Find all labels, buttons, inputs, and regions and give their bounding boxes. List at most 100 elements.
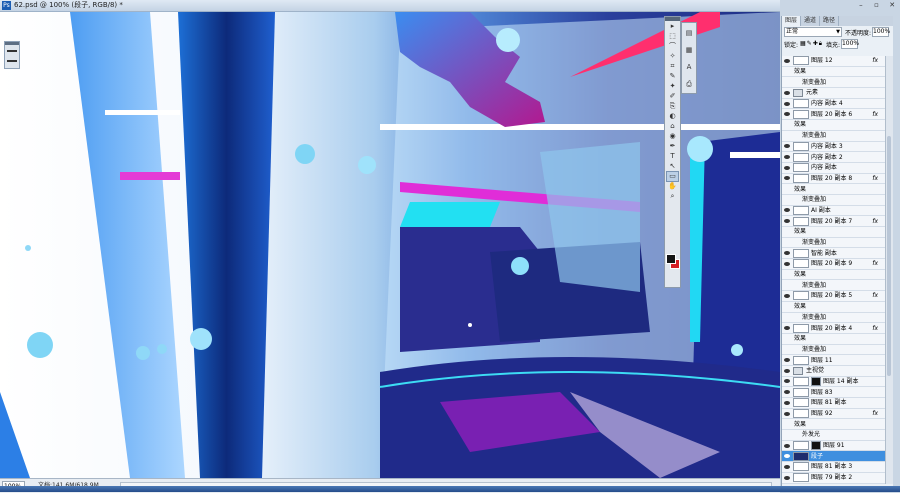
- artwork-canvas[interactable]: [0, 12, 780, 478]
- layer-row[interactable]: 图层 79 副本 2: [782, 473, 886, 484]
- layer-row[interactable]: 效果: [782, 67, 886, 78]
- collapsed-options-panel[interactable]: [4, 41, 20, 69]
- fill-field[interactable]: 100%: [841, 39, 858, 49]
- layer-effects-icon[interactable]: fx: [872, 291, 878, 300]
- layer-mask-thumbnail[interactable]: [811, 441, 821, 450]
- tool-button[interactable]: ⎘: [667, 102, 678, 111]
- layers-scroll-thumb[interactable]: [887, 136, 891, 376]
- layer-effects-icon[interactable]: fx: [872, 259, 878, 268]
- layers-scrollbar[interactable]: [885, 56, 893, 484]
- visibility-eye-icon[interactable]: [784, 166, 790, 170]
- panel-tab[interactable]: 图层: [782, 16, 801, 26]
- layer-row[interactable]: 图层 20 副本 7fx: [782, 216, 886, 227]
- layer-row[interactable]: 图层 20 副本 8fx: [782, 174, 886, 185]
- visibility-eye-icon[interactable]: [784, 112, 790, 116]
- layer-row[interactable]: 主视觉: [782, 366, 886, 377]
- tool-button[interactable]: ✦: [667, 82, 678, 91]
- layer-row[interactable]: 图层 20 副本 9fx: [782, 259, 886, 270]
- layer-row[interactable]: 内容 副本 4: [782, 99, 886, 110]
- panel-grip[interactable]: [5, 42, 19, 45]
- visibility-eye-icon[interactable]: [784, 444, 790, 448]
- visibility-eye-icon[interactable]: [784, 390, 790, 394]
- layer-row[interactable]: 效果: [782, 270, 886, 281]
- layer-row[interactable]: 图层 14 副本: [782, 377, 886, 388]
- visibility-eye-icon[interactable]: [784, 144, 790, 148]
- layer-row[interactable]: 段子: [782, 451, 886, 462]
- visibility-eye-icon[interactable]: [784, 219, 790, 223]
- dock-button[interactable]: ⎙: [684, 77, 695, 91]
- tool-button[interactable]: ⬚: [667, 32, 678, 41]
- layer-row[interactable]: 内容 副本 2: [782, 152, 886, 163]
- layer-row[interactable]: 渐变叠加: [782, 313, 886, 324]
- panel-tab[interactable]: 路径: [820, 16, 839, 26]
- visibility-eye-icon[interactable]: [784, 294, 790, 298]
- visibility-eye-icon[interactable]: [784, 176, 790, 180]
- visibility-eye-icon[interactable]: [784, 91, 790, 95]
- tool-button[interactable]: ⌂: [667, 122, 678, 131]
- visibility-eye-icon[interactable]: [784, 369, 790, 373]
- visibility-eye-icon[interactable]: [784, 102, 790, 106]
- layer-row[interactable]: 渐变叠加: [782, 238, 886, 249]
- layer-mask-thumbnail[interactable]: [811, 377, 821, 386]
- layer-row[interactable]: 图层 12fx: [782, 56, 886, 67]
- tool-button[interactable]: ✒: [667, 142, 678, 151]
- layer-row[interactable]: 图层 20 副本 4fx: [782, 323, 886, 334]
- layer-row[interactable]: 内容 副本 3: [782, 142, 886, 153]
- layer-row[interactable]: 渐变叠加: [782, 280, 886, 291]
- visibility-eye-icon[interactable]: [784, 454, 790, 458]
- tool-button[interactable]: ⌒: [667, 42, 678, 51]
- tool-button[interactable]: T: [667, 152, 678, 161]
- tool-button[interactable]: ⌕: [667, 192, 678, 201]
- visibility-eye-icon[interactable]: [784, 358, 790, 362]
- layer-row[interactable]: 效果: [782, 120, 886, 131]
- visibility-eye-icon[interactable]: [784, 326, 790, 330]
- layer-effects-icon[interactable]: fx: [872, 324, 878, 333]
- layer-row[interactable]: 图层 81 副本 3: [782, 462, 886, 473]
- minimize-icon[interactable]: –: [853, 0, 869, 10]
- close-icon[interactable]: ✕: [884, 0, 900, 10]
- tool-button[interactable]: ⌗: [667, 62, 678, 71]
- layer-row[interactable]: 图层 92fx: [782, 409, 886, 420]
- visibility-eye-icon[interactable]: [784, 465, 790, 469]
- layer-effects-icon[interactable]: fx: [872, 409, 878, 418]
- layer-row[interactable]: 效果: [782, 227, 886, 238]
- dock-button[interactable]: A: [684, 60, 695, 74]
- layer-row[interactable]: 内容 副本: [782, 163, 886, 174]
- tool-button[interactable]: ✧: [667, 52, 678, 61]
- maximize-icon[interactable]: ▫: [869, 0, 885, 10]
- visibility-eye-icon[interactable]: [784, 251, 790, 255]
- layer-row[interactable]: 图层 91: [782, 441, 886, 452]
- layer-row[interactable]: 渐变叠加: [782, 131, 886, 142]
- layer-row[interactable]: AI 副本: [782, 206, 886, 217]
- visibility-eye-icon[interactable]: [784, 155, 790, 159]
- visibility-eye-icon[interactable]: [784, 412, 790, 416]
- layer-effects-icon[interactable]: fx: [872, 174, 878, 183]
- visibility-eye-icon[interactable]: [784, 401, 790, 405]
- layer-row[interactable]: 图层 11: [782, 355, 886, 366]
- layer-row[interactable]: 渐变叠加: [782, 195, 886, 206]
- tool-options-icon[interactable]: [7, 50, 17, 62]
- tool-button[interactable]: ✋: [667, 182, 678, 191]
- layer-row[interactable]: 智能 副本: [782, 248, 886, 259]
- layer-row[interactable]: 渐变叠加: [782, 77, 886, 88]
- tool-button[interactable]: ▭: [667, 172, 678, 181]
- visibility-eye-icon[interactable]: [784, 379, 790, 383]
- visibility-eye-icon[interactable]: [784, 476, 790, 480]
- layer-row[interactable]: 效果: [782, 302, 886, 313]
- document-titlebar[interactable]: Ps 62.psd @ 100% (段子, RGB/8) *: [0, 0, 780, 12]
- dock-button[interactable]: ▦: [684, 43, 695, 57]
- layer-row[interactable]: 图层 89: [782, 484, 886, 485]
- tool-button[interactable]: ▸: [667, 22, 678, 31]
- opacity-field[interactable]: 100%: [872, 27, 889, 37]
- blend-mode-select[interactable]: 正常 ▼: [784, 27, 842, 37]
- visibility-eye-icon[interactable]: [784, 262, 790, 266]
- layer-row[interactable]: 效果: [782, 419, 886, 430]
- tool-button[interactable]: ✐: [667, 92, 678, 101]
- lock-icons[interactable]: ▦✎✚🔒︎: [800, 40, 823, 48]
- visibility-eye-icon[interactable]: [784, 208, 790, 212]
- layer-row[interactable]: 效果: [782, 184, 886, 195]
- layer-row[interactable]: 图层 20 副本 5fx: [782, 291, 886, 302]
- layer-effects-icon[interactable]: fx: [872, 110, 878, 119]
- layer-effects-icon[interactable]: fx: [872, 56, 878, 65]
- layer-row[interactable]: 图层 81 副本: [782, 398, 886, 409]
